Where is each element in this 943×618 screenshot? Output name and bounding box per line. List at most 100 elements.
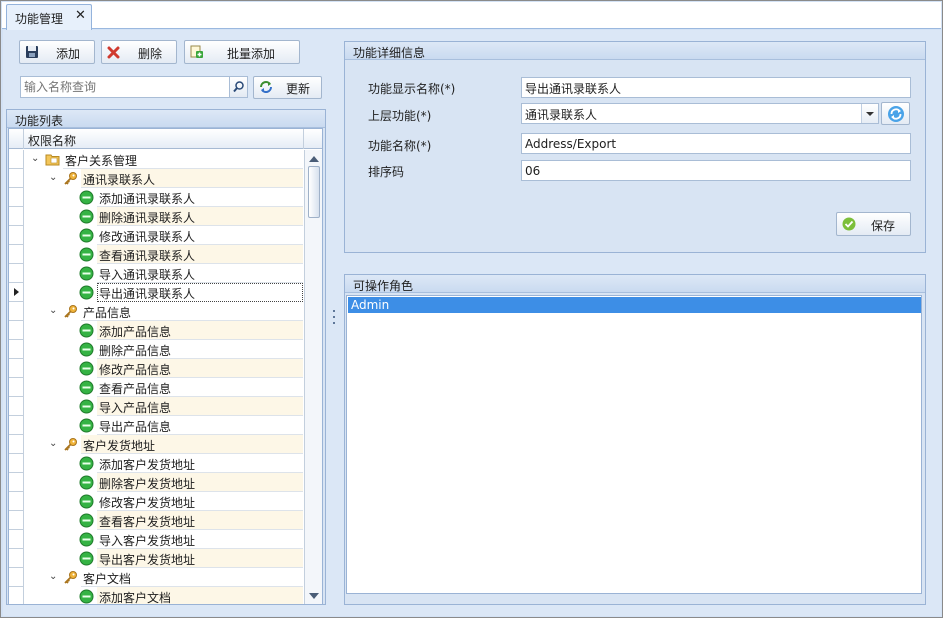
function-name-input[interactable]: [525, 136, 905, 152]
row-indicator[interactable]: [9, 397, 24, 416]
tree-row[interactable]: 导入产品信息: [9, 397, 303, 416]
role-list-item[interactable]: Admin: [348, 297, 921, 313]
tree-row[interactable]: 导出通讯录联系人: [9, 283, 303, 302]
grid-header: 权限名称: [9, 129, 322, 149]
tree-row-label: 产品信息: [83, 306, 132, 320]
sort-code-field[interactable]: [521, 160, 911, 181]
row-indicator[interactable]: [9, 169, 24, 188]
chevron-down-icon[interactable]: [861, 104, 878, 123]
row-indicator[interactable]: [9, 549, 24, 568]
display-name-field[interactable]: [521, 77, 911, 98]
batch-add-button-label: 批量添加: [227, 47, 276, 61]
tree-row[interactable]: 查看产品信息: [9, 378, 303, 397]
tree-row[interactable]: 添加产品信息: [9, 321, 303, 340]
row-indicator[interactable]: [9, 302, 24, 321]
splitter-grip[interactable]: [333, 310, 336, 326]
scroll-down-icon[interactable]: [309, 593, 319, 599]
row-indicator[interactable]: [9, 435, 24, 454]
collapse-chevron-icon[interactable]: ⌄: [49, 572, 58, 582]
collapse-chevron-icon[interactable]: ⌄: [49, 439, 58, 449]
collapse-chevron-icon[interactable]: ⌄: [49, 173, 58, 183]
tree-row[interactable]: 导出产品信息: [9, 416, 303, 435]
collapse-chevron-icon[interactable]: ⌄: [31, 154, 40, 164]
row-indicator[interactable]: [9, 378, 24, 397]
row-indicator[interactable]: [9, 530, 24, 549]
row-indicator[interactable]: [9, 568, 24, 587]
tree-row[interactable]: 修改通讯录联系人: [9, 226, 303, 245]
tree-row[interactable]: 删除客户发货地址: [9, 473, 303, 492]
tree-row-label: 添加客户发货地址: [99, 458, 196, 472]
tree-row[interactable]: 添加客户文档: [9, 587, 303, 604]
green-dot-icon: [79, 190, 94, 205]
tree-row[interactable]: 导入客户发货地址: [9, 530, 303, 549]
green-dot-icon: [79, 380, 94, 395]
tab-function-management[interactable]: 功能管理 ✕: [6, 4, 92, 30]
tree-row[interactable]: 查看通讯录联系人: [9, 245, 303, 264]
refresh-list-button[interactable]: 更新: [253, 76, 322, 99]
tree-row[interactable]: ⌄ 客户发货地址: [9, 435, 303, 454]
vertical-scrollbar[interactable]: [304, 150, 322, 604]
row-indicator[interactable]: [9, 416, 24, 435]
row-indicator[interactable]: [9, 226, 24, 245]
column-header-permission-name[interactable]: 权限名称: [28, 132, 76, 149]
row-indicator[interactable]: [9, 150, 24, 169]
row-indicator[interactable]: [9, 454, 24, 473]
row-indicator[interactable]: [9, 492, 24, 511]
search-input[interactable]: [24, 79, 224, 95]
tree-row[interactable]: 导出客户发货地址: [9, 549, 303, 568]
row-indicator[interactable]: [9, 207, 24, 226]
row-indicator[interactable]: [9, 340, 24, 359]
tree-row[interactable]: 修改客户发货地址: [9, 492, 303, 511]
tree-row[interactable]: 删除通讯录联系人: [9, 207, 303, 226]
tree-row[interactable]: 查看客户发货地址: [9, 511, 303, 530]
save-button[interactable]: 保存: [836, 212, 911, 236]
tree-row-label: 添加通讯录联系人: [99, 192, 196, 206]
row-indicator[interactable]: [9, 473, 24, 492]
parent-function-combo[interactable]: [521, 103, 879, 124]
tree-row[interactable]: ⌄ 产品信息: [9, 302, 303, 321]
scroll-thumb[interactable]: [308, 166, 320, 218]
tree-row[interactable]: 导入通讯录联系人: [9, 264, 303, 283]
function-name-field[interactable]: [521, 133, 911, 154]
row-indicator[interactable]: [9, 359, 24, 378]
row-indicator[interactable]: [9, 264, 24, 283]
scroll-up-icon[interactable]: [309, 156, 319, 162]
add-button[interactable]: 添加: [19, 40, 95, 64]
tree-row[interactable]: ⌄ 通讯录联系人: [9, 169, 303, 188]
row-indicator[interactable]: [9, 587, 24, 604]
tree-row[interactable]: 添加客户发货地址: [9, 454, 303, 473]
green-dot-icon: [79, 342, 94, 357]
green-dot-icon: [79, 418, 94, 433]
save-disk-icon: [25, 45, 39, 59]
tree-row[interactable]: ⌄ 客户文档: [9, 568, 303, 587]
parent-function-input[interactable]: [525, 106, 855, 122]
green-dot-icon: [79, 399, 94, 414]
tree-row[interactable]: 修改产品信息: [9, 359, 303, 378]
roles-listbox[interactable]: Admin: [346, 295, 922, 594]
function-list-title: 功能列表: [7, 110, 325, 128]
green-dot-icon: [79, 266, 94, 281]
search-icon[interactable]: [229, 77, 247, 97]
tree-row[interactable]: 添加通讯录联系人: [9, 188, 303, 207]
row-indicator[interactable]: [9, 321, 24, 340]
display-name-input[interactable]: [525, 80, 905, 96]
row-indicator[interactable]: [9, 245, 24, 264]
tree-row[interactable]: 删除产品信息: [9, 340, 303, 359]
row-indicator[interactable]: [9, 283, 24, 302]
add-button-label: 添加: [56, 47, 81, 61]
green-dot-icon: [79, 589, 94, 604]
tree-row-label: 查看客户发货地址: [99, 515, 196, 529]
search-field[interactable]: [20, 76, 248, 98]
green-dot-icon: [79, 532, 94, 547]
sort-code-input[interactable]: [525, 163, 905, 179]
green-dot-icon: [79, 456, 94, 471]
batch-add-button[interactable]: 批量添加: [184, 40, 300, 64]
row-indicator[interactable]: [9, 511, 24, 530]
tree-row[interactable]: ⌄ 客户关系管理: [9, 150, 303, 169]
close-icon[interactable]: ✕: [75, 8, 86, 23]
refresh-icon: [259, 80, 273, 94]
collapse-chevron-icon[interactable]: ⌄: [49, 306, 58, 316]
row-indicator[interactable]: [9, 188, 24, 207]
delete-button[interactable]: 删除: [101, 40, 177, 64]
parent-refresh-button[interactable]: [881, 102, 910, 125]
